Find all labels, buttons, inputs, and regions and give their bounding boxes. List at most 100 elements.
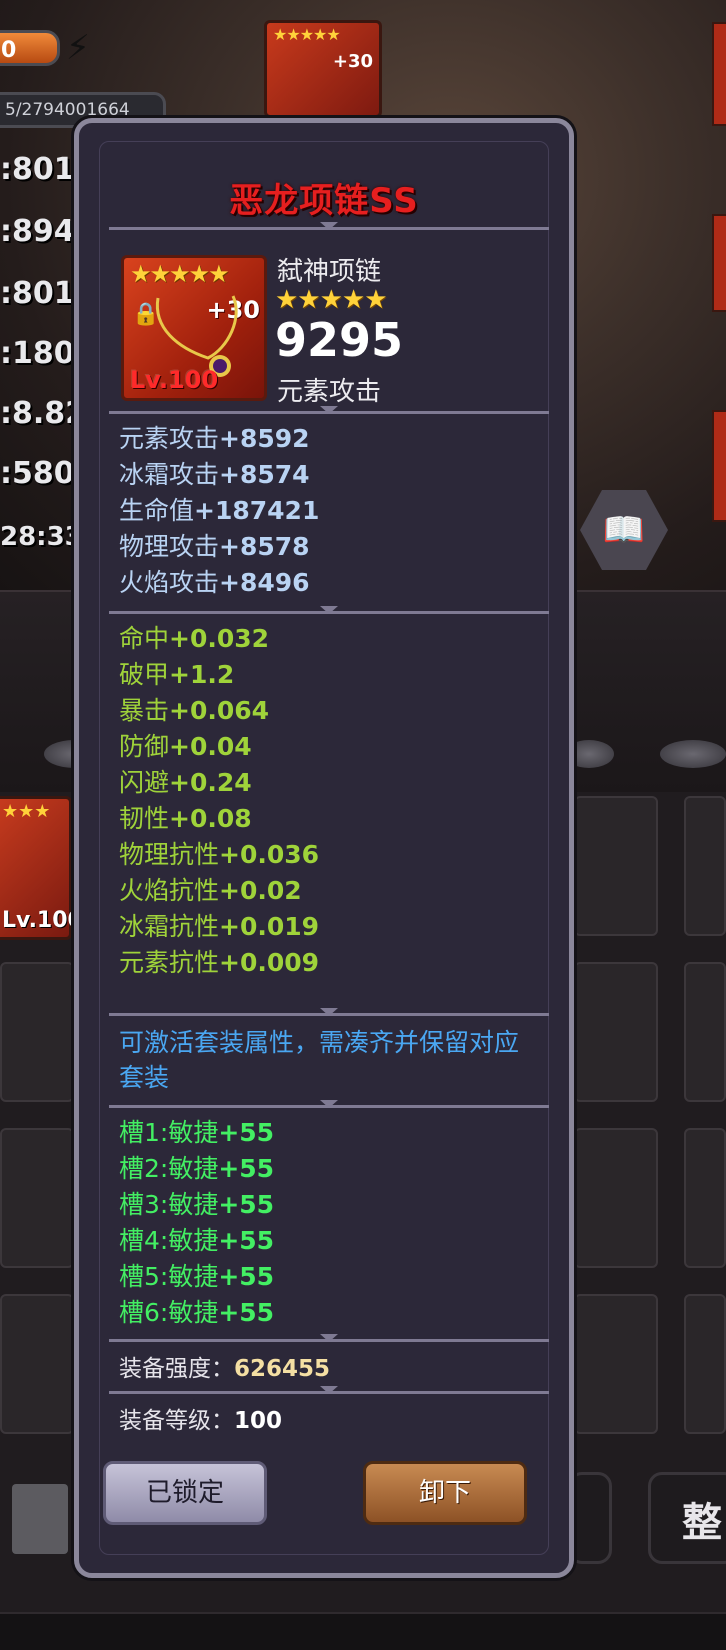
divider [109, 227, 549, 230]
attr-value: +8592 [219, 424, 310, 453]
sub-attr: 冰霜抗性+0.019 [119, 907, 319, 943]
sort-button-label: 整 [682, 1500, 722, 1546]
unequip-button[interactable]: 卸下 [363, 1461, 527, 1525]
equip-strength-value: 626455 [234, 1356, 331, 1382]
inventory-slot[interactable] [684, 1294, 726, 1434]
attr-value: +55 [218, 1118, 275, 1147]
attr-label: 槽5:敏捷 [119, 1262, 219, 1291]
attr-label: 生命值 [119, 496, 195, 525]
equip-level-label: 装备等级： [119, 1408, 234, 1434]
inventory-slot[interactable] [574, 796, 658, 936]
exp-text: 5/2794001664 [5, 100, 130, 120]
attr-label: 元素抗性 [119, 948, 220, 977]
attr-label: 破甲 [119, 660, 170, 689]
divider [109, 1105, 549, 1108]
attr-value: +0.02 [219, 876, 302, 905]
attr-value: +0.04 [169, 732, 252, 761]
energy-bar: 0 [0, 30, 60, 66]
attr-value: +0.009 [219, 948, 320, 977]
attr-label: 火焰攻击 [119, 568, 220, 597]
divider [109, 1391, 549, 1394]
inventory-slot[interactable] [574, 1128, 658, 1268]
inventory-slot[interactable] [0, 962, 74, 1102]
attr-label: 闪避 [119, 768, 170, 797]
slot-attr: 槽5:敏捷+55 [119, 1257, 274, 1293]
inventory-slot[interactable] [684, 962, 726, 1102]
attr-label: 槽2:敏捷 [119, 1154, 219, 1183]
item-type: 元素攻击 [277, 377, 382, 407]
attr-label: 韧性 [119, 804, 170, 833]
lock-button[interactable]: 已锁定 [103, 1461, 267, 1525]
equip-strength-label: 装备强度： [119, 1356, 234, 1382]
item-level: Lv.100 [2, 908, 83, 933]
slot-attr: 槽2:敏捷+55 [119, 1149, 274, 1185]
equipped-item-slot[interactable] [712, 214, 726, 312]
attr-value: +8578 [219, 532, 310, 561]
slot-attr: 槽6:敏捷+55 [119, 1293, 274, 1329]
divider [109, 1013, 549, 1016]
sub-attr: 元素抗性+0.009 [119, 943, 319, 979]
attr-label: 元素攻击 [119, 424, 220, 453]
main-attr: 生命值+187421 [119, 491, 319, 527]
inventory-slot[interactable] [0, 1294, 74, 1434]
equipped-item-slot[interactable] [712, 410, 726, 522]
bottom-nav-bar [0, 1612, 726, 1650]
sub-attr: 韧性+0.08 [119, 799, 252, 835]
item-level: Lv.100 [130, 366, 219, 394]
main-attr: 火焰攻击+8496 [119, 563, 310, 599]
inventory-item[interactable]: ★★★ Lv.100 [0, 796, 83, 940]
slot-attr: 槽4:敏捷+55 [119, 1221, 274, 1257]
slot-attr: 槽1:敏捷+55 [119, 1113, 274, 1149]
attr-value: +0.064 [169, 696, 270, 725]
star-icon: ★★★ [2, 801, 51, 822]
hero-pedestal [660, 740, 726, 768]
inventory-slot[interactable] [684, 1128, 726, 1268]
equip-level: 装备等级：100 [119, 1401, 282, 1435]
equipped-item-slot[interactable] [712, 22, 726, 126]
sub-attr: 火焰抗性+0.02 [119, 871, 302, 907]
stat-value: :894 [0, 214, 75, 249]
divider [109, 411, 549, 414]
item-power: 9295 [275, 313, 404, 367]
star-icon: ★★★★★ [130, 260, 230, 288]
sub-attr: 闪避+0.24 [119, 763, 252, 799]
attr-value: +0.24 [169, 768, 252, 797]
attr-label: 槽6:敏捷 [119, 1298, 219, 1327]
equipped-item-necklace[interactable]: ★★★★★ +30 [264, 20, 382, 118]
equip-level-value: 100 [234, 1408, 283, 1434]
inventory-slot[interactable] [574, 1294, 658, 1434]
popup-title: 恶龙项链SS [229, 181, 419, 221]
inventory-slot[interactable] [574, 962, 658, 1102]
divider [109, 1339, 549, 1342]
main-attr: 物理攻击+8578 [119, 527, 310, 563]
attr-label: 物理攻击 [119, 532, 220, 561]
main-attr: 冰霜攻击+8574 [119, 455, 310, 491]
attr-label: 火焰抗性 [119, 876, 220, 905]
attr-label: 冰霜攻击 [119, 460, 220, 489]
attr-value: +8496 [219, 568, 310, 597]
attr-value: +55 [218, 1262, 275, 1291]
attr-value: +0.036 [219, 840, 320, 869]
attr-value: +0.032 [169, 624, 270, 653]
attr-label: 槽4:敏捷 [119, 1226, 219, 1255]
energy-value: 0 [1, 38, 17, 63]
attr-label: 命中 [119, 624, 170, 653]
enhance-level: +30 [332, 51, 373, 72]
attr-value: +55 [218, 1226, 275, 1255]
inventory-slot[interactable] [0, 1128, 74, 1268]
sub-attr: 命中+0.032 [119, 619, 269, 655]
item-name: 弑神项链 [277, 257, 382, 287]
attr-label: 槽1:敏捷 [119, 1118, 219, 1147]
attr-value: +8574 [219, 460, 310, 489]
background-button[interactable] [568, 1472, 612, 1564]
sub-attr: 防御+0.04 [119, 727, 252, 763]
slot-attr: 槽3:敏捷+55 [119, 1185, 274, 1221]
equip-strength: 装备强度：626455 [119, 1349, 330, 1383]
sub-attr: 破甲+1.2 [119, 655, 234, 691]
inventory-slot[interactable] [684, 796, 726, 936]
attr-value: +0.08 [169, 804, 252, 833]
document-icon[interactable] [12, 1484, 68, 1554]
set-bonus-note: 可激活套装属性，需凑齐并保留对应套装 [119, 1028, 520, 1092]
attr-label: 物理抗性 [119, 840, 220, 869]
attr-value: +55 [218, 1154, 275, 1183]
